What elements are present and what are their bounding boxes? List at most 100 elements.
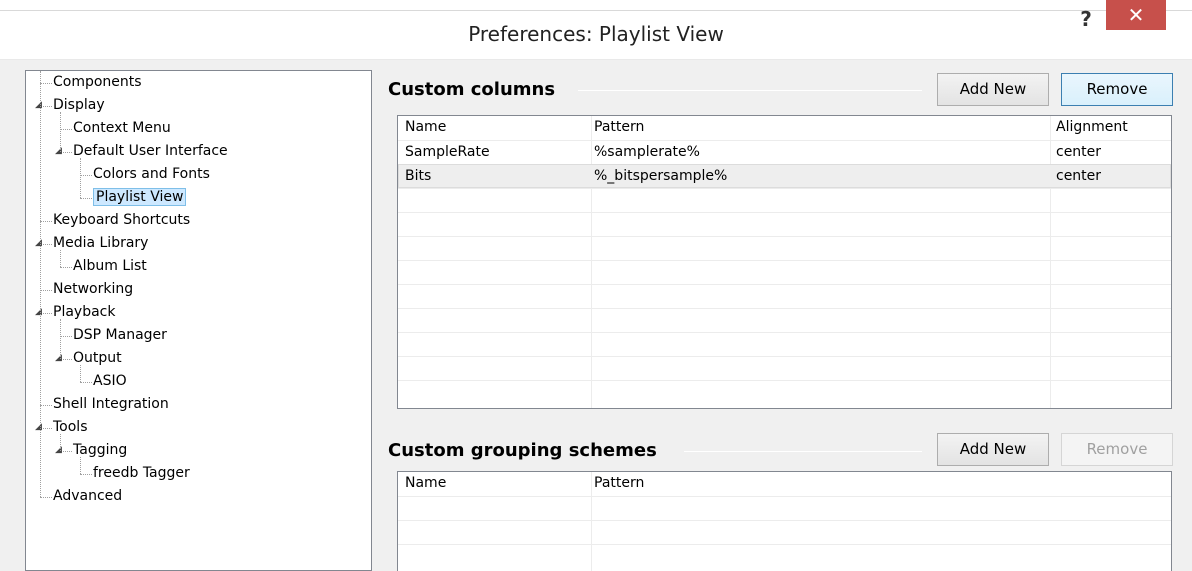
tree-item-label: Keyboard Shortcuts xyxy=(53,212,191,228)
tree-connector xyxy=(40,405,52,406)
empty-row xyxy=(398,188,1171,212)
tree-item-label: freedb Tagger xyxy=(93,465,190,481)
tree-item-label: Context Menu xyxy=(73,120,171,136)
header-pattern[interactable]: Pattern xyxy=(594,119,644,135)
custom-columns-remove-button[interactable]: Remove xyxy=(1061,73,1173,106)
tree-item-label: Tagging xyxy=(73,442,128,458)
custom-columns-add-button[interactable]: Add New xyxy=(937,73,1049,106)
grouping-separator xyxy=(684,451,922,452)
tree-connector xyxy=(80,198,92,199)
tree-guide xyxy=(60,112,61,152)
empty-row xyxy=(398,236,1171,260)
tree-item-label: Display xyxy=(53,97,105,113)
tree-connector xyxy=(40,497,52,498)
tree-item-label: Advanced xyxy=(53,488,123,504)
cell-pattern: %_bitspersample% xyxy=(594,168,728,184)
tree-item-media-library[interactable]: Media Library xyxy=(53,232,148,255)
tree-guide xyxy=(60,250,61,267)
empty-row xyxy=(398,380,1171,404)
tree-guide xyxy=(60,434,61,451)
tree-item-label: Playlist View xyxy=(93,188,187,206)
tree-item-components[interactable]: Components xyxy=(53,71,142,94)
empty-row xyxy=(398,332,1171,356)
table-row[interactable]: SampleRate %samplerate% center xyxy=(398,140,1171,164)
custom-columns-title: Custom columns xyxy=(388,79,556,100)
custom-columns-list[interactable]: Name Pattern Alignment SampleRate %sampl… xyxy=(397,115,1172,409)
tree-connector xyxy=(80,474,92,475)
tree-item-default-user-interface[interactable]: Default User Interface xyxy=(73,140,228,163)
tree-guide xyxy=(60,319,61,359)
tree-guide xyxy=(80,158,81,198)
tree-item-label: Playback xyxy=(53,304,116,320)
tree-item-advanced[interactable]: Advanced xyxy=(53,485,122,508)
tree-guide xyxy=(80,457,81,474)
tree-item-keyboard-shortcuts[interactable]: Keyboard Shortcuts xyxy=(53,209,190,232)
grouping-title: Custom grouping schemes xyxy=(388,440,657,461)
tree-item-label: DSP Manager xyxy=(73,327,167,343)
tree-item-tagging[interactable]: Tagging xyxy=(73,439,127,462)
tree-item-label: Networking xyxy=(53,281,134,297)
empty-row xyxy=(398,260,1171,284)
tree-connector xyxy=(40,290,52,291)
empty-row xyxy=(398,356,1171,380)
preferences-tree[interactable]: Components ◢ Display Context Menu ◢ Default U… xyxy=(25,70,372,571)
window-title: Preferences: Playlist View xyxy=(468,22,724,46)
tree-item-playback[interactable]: Playback xyxy=(53,301,115,324)
cell-alignment: center xyxy=(1056,168,1102,184)
tree-item-label: Output xyxy=(73,350,122,366)
tree-guide xyxy=(80,365,81,382)
tree-item-asio[interactable]: ASIO xyxy=(93,370,127,393)
tree-item-label: Tools xyxy=(53,419,88,435)
header-alignment[interactable]: Alignment xyxy=(1056,119,1128,135)
tree-item-context-menu[interactable]: Context Menu xyxy=(73,117,171,140)
help-button[interactable]: ? xyxy=(1072,4,1100,34)
tree-item-playlist-view[interactable]: Playlist View xyxy=(93,186,187,209)
custom-columns-separator xyxy=(578,90,922,91)
tree-item-dsp-manager[interactable]: DSP Manager xyxy=(73,324,167,347)
tree-connector xyxy=(60,267,72,268)
tree-item-label: Media Library xyxy=(53,235,149,251)
custom-columns-header: Name Pattern Alignment xyxy=(398,116,1171,140)
tree-item-networking[interactable]: Networking xyxy=(53,278,133,301)
title-bar-top-line xyxy=(0,10,1192,11)
grouping-header: Name Pattern xyxy=(398,472,1171,496)
tree-item-label: Components xyxy=(53,74,142,90)
tree-connector xyxy=(80,382,92,383)
title-bar: Preferences: Playlist View ? ✕ xyxy=(0,0,1192,60)
header-name[interactable]: Name xyxy=(405,475,446,491)
tree-connector xyxy=(40,221,52,222)
tree-connector xyxy=(80,175,92,176)
tree-connector xyxy=(40,83,52,84)
tree-connector xyxy=(60,336,72,337)
empty-row xyxy=(398,496,1171,520)
header-name[interactable]: Name xyxy=(405,119,446,135)
empty-row xyxy=(398,308,1171,332)
close-button[interactable]: ✕ xyxy=(1106,0,1166,30)
grouping-remove-button: Remove xyxy=(1061,433,1173,466)
empty-row xyxy=(398,212,1171,236)
tree-item-freedb-tagger[interactable]: freedb Tagger xyxy=(93,462,190,485)
tree-guide xyxy=(40,71,41,497)
empty-row xyxy=(398,520,1171,544)
tree-item-tools[interactable]: Tools xyxy=(53,416,88,439)
grouping-list[interactable]: Name Pattern xyxy=(397,471,1172,571)
table-row[interactable]: Bits %_bitspersample% center xyxy=(398,164,1171,188)
tree-item-label: Colors and Fonts xyxy=(93,166,210,182)
tree-item-album-list[interactable]: Album List xyxy=(73,255,147,278)
tree-item-label: Shell Integration xyxy=(53,396,169,412)
dialog-body: Components ◢ Display Context Menu ◢ Default U… xyxy=(0,60,1192,571)
tree-item-label: Album List xyxy=(73,258,147,274)
tree-item-shell-integration[interactable]: Shell Integration xyxy=(53,393,169,416)
cell-name: Bits xyxy=(405,168,432,184)
cell-pattern: %samplerate% xyxy=(594,144,700,160)
cell-alignment: center xyxy=(1056,144,1102,160)
header-pattern[interactable]: Pattern xyxy=(594,475,644,491)
tree-item-colors-and-fonts[interactable]: Colors and Fonts xyxy=(93,163,210,186)
cell-name: SampleRate xyxy=(405,144,490,160)
tree-connector xyxy=(60,129,72,130)
grouping-add-button[interactable]: Add New xyxy=(937,433,1049,466)
tree-item-label: ASIO xyxy=(93,373,127,389)
empty-row xyxy=(398,544,1171,568)
empty-row xyxy=(398,284,1171,308)
tree-item-label: Default User Interface xyxy=(73,143,228,159)
